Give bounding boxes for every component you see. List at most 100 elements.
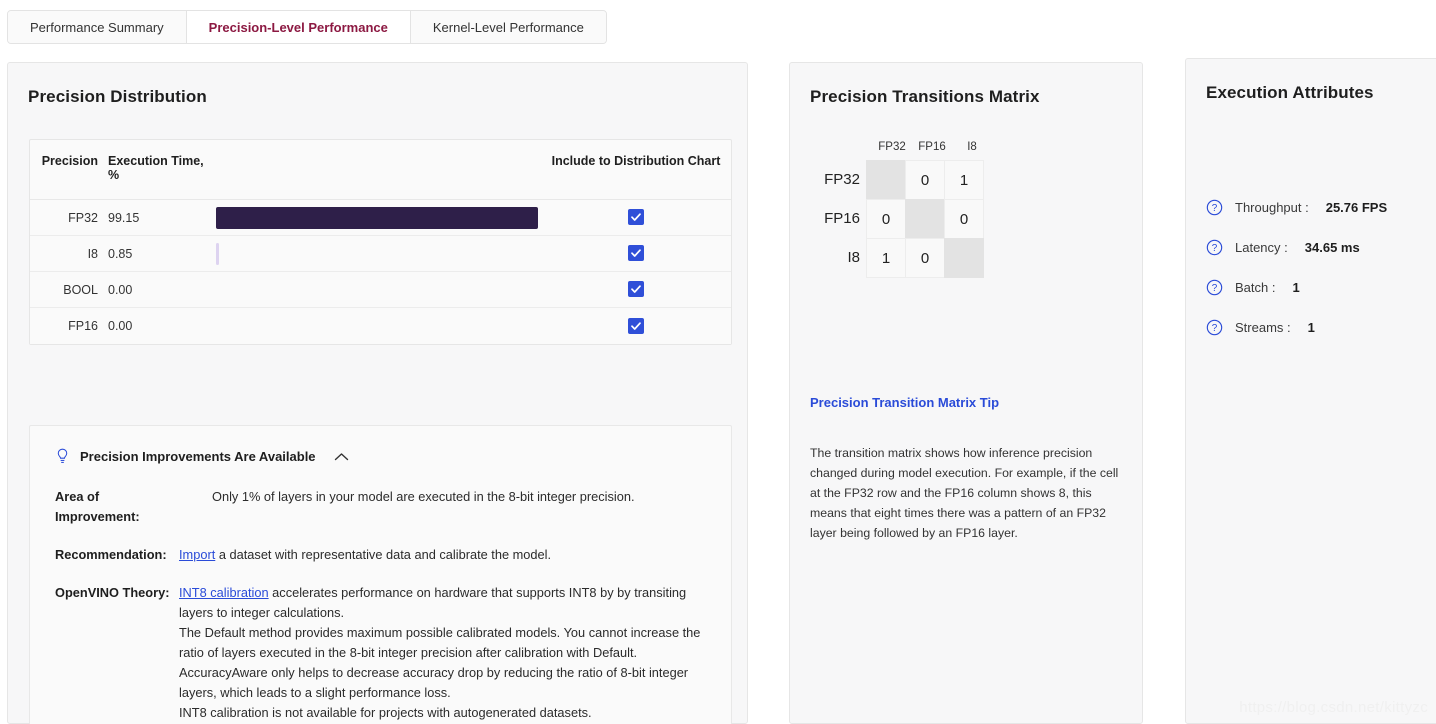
- matrix-cell-i8-i8: [944, 238, 984, 278]
- recommendation-value: Import a dataset with representative dat…: [179, 545, 707, 565]
- page-title: Precision Distribution: [28, 87, 207, 106]
- precision-improvements-box: Precision Improvements Are Available Are…: [29, 425, 732, 724]
- cell-include: [541, 209, 731, 226]
- attribute-streams: ? Streams : 1: [1206, 307, 1387, 347]
- attribute-batch: ? Batch : 1: [1206, 267, 1387, 307]
- transitions-matrix: FP32 FP16 I8 FP32 0 1 FP16 0 0 I8 1 0: [810, 141, 992, 278]
- matrix-cell-fp16-i8: 0: [944, 199, 984, 239]
- svg-text:?: ?: [1212, 202, 1218, 213]
- matrix-row: FP32 0 1: [810, 160, 992, 200]
- include-checkbox[interactable]: [628, 245, 644, 261]
- column-header-bar-spacer: [216, 154, 541, 199]
- column-header-include: Include to Distribution Chart: [551, 154, 721, 168]
- cell-precision: FP16: [68, 319, 98, 333]
- precision-distribution-panel: Precision Distribution Precision Executi…: [7, 62, 748, 724]
- execution-attributes-panel: Execution Attributes ? Throughput : 25.7…: [1185, 58, 1436, 724]
- chevron-up-icon[interactable]: [334, 452, 349, 462]
- cell-bar: [216, 206, 541, 229]
- tab-performance-summary[interactable]: Performance Summary: [8, 11, 187, 43]
- matrix-cell-fp16-fp16: [905, 199, 945, 239]
- cell-precision: FP32: [68, 210, 98, 225]
- theory-paragraph-3: INT8 calibration is not available for pr…: [179, 705, 592, 720]
- theory-paragraph-2: The Default method provides maximum poss…: [179, 625, 701, 700]
- table-row: FP16 0.00: [30, 308, 731, 344]
- matrix-cell-fp32-fp16: 0: [905, 160, 945, 200]
- attribute-label: Latency :: [1235, 239, 1288, 255]
- include-checkbox[interactable]: [628, 281, 644, 297]
- cell-execution-time: 0.00: [108, 282, 133, 297]
- import-link[interactable]: Import: [179, 547, 215, 562]
- precision-distribution-table: Precision Execution Time, % Include to D…: [29, 139, 732, 345]
- matrix-col-header: I8: [967, 141, 977, 153]
- int8-calibration-link[interactable]: INT8 calibration: [179, 585, 269, 600]
- cell-bar: [216, 242, 541, 265]
- openvino-theory-label: OpenVINO Theory:: [55, 585, 170, 600]
- matrix-row-header: I8: [847, 249, 860, 266]
- cell-include: [541, 281, 731, 298]
- attribute-value: 34.65 ms: [1304, 239, 1360, 255]
- execution-attributes-list: ? Throughput : 25.76 FPS ? Latency : 34.…: [1206, 187, 1387, 347]
- tab-kernel-level-performance[interactable]: Kernel-Level Performance: [410, 11, 606, 43]
- svg-text:?: ?: [1212, 322, 1218, 333]
- include-checkbox[interactable]: [628, 317, 644, 334]
- cell-execution-time: 0.00: [108, 319, 133, 333]
- tab-precision-level-performance[interactable]: Precision-Level Performance: [186, 11, 411, 43]
- matrix-column-headers: FP32 FP16 I8: [872, 141, 992, 153]
- help-icon[interactable]: ?: [1206, 239, 1223, 256]
- attribute-value: 1: [1307, 319, 1315, 335]
- cell-include: [541, 245, 731, 262]
- area-of-improvement-row: Area of Improvement: Only 1% of layers i…: [55, 487, 707, 527]
- app-root: Performance Summary Precision-Level Perf…: [0, 0, 1436, 724]
- help-icon[interactable]: ?: [1206, 319, 1223, 336]
- matrix-tip-title[interactable]: Precision Transition Matrix Tip: [810, 395, 999, 410]
- svg-text:?: ?: [1212, 242, 1218, 253]
- tab-label: Precision-Level Performance: [208, 19, 388, 35]
- matrix-col-header: FP32: [878, 141, 906, 153]
- matrix-row: FP16 0 0: [810, 199, 992, 239]
- help-icon[interactable]: ?: [1206, 199, 1223, 216]
- area-of-improvement-value: Only 1% of layers in your model are exec…: [212, 489, 635, 504]
- check-icon: [631, 249, 641, 257]
- table-row: BOOL 0.00: [30, 272, 731, 308]
- matrix-row-header: FP16: [824, 210, 860, 227]
- svg-text:?: ?: [1212, 282, 1218, 293]
- attribute-label: Throughput :: [1235, 199, 1309, 215]
- recommendation-text: a dataset with representative data and c…: [215, 547, 552, 562]
- matrix-cell-fp16-fp32: 0: [866, 199, 906, 239]
- include-checkbox[interactable]: [628, 209, 644, 225]
- tabbar: Performance Summary Precision-Level Perf…: [7, 10, 607, 44]
- matrix-cell-i8-fp32: 1: [866, 238, 906, 278]
- cell-bar: [216, 315, 541, 337]
- check-icon: [631, 213, 641, 221]
- attribute-value: 25.76 FPS: [1325, 199, 1388, 215]
- cell-precision: BOOL: [63, 282, 98, 297]
- openvino-theory-row: OpenVINO Theory: INT8 calibration accele…: [55, 583, 707, 723]
- cell-include: [541, 317, 731, 335]
- attribute-throughput: ? Throughput : 25.76 FPS: [1206, 187, 1387, 227]
- execution-attributes-title: Execution Attributes: [1206, 83, 1374, 102]
- column-header-precision: Precision: [41, 154, 98, 168]
- tab-label: Kernel-Level Performance: [432, 19, 584, 35]
- precision-transitions-matrix-panel: Precision Transitions Matrix FP32 FP16 I…: [789, 62, 1143, 724]
- recommendation-row: Recommendation: Import a dataset with re…: [55, 545, 707, 565]
- watermark: https://blog.csdn.net/kittyzc: [1239, 699, 1428, 716]
- matrix-title: Precision Transitions Matrix: [810, 87, 1040, 106]
- matrix-tip-body: The transition matrix shows how inferenc…: [810, 446, 1119, 540]
- attribute-label: Batch :: [1235, 279, 1276, 295]
- attribute-latency: ? Latency : 34.65 ms: [1206, 227, 1387, 267]
- precision-improvements-header[interactable]: Precision Improvements Are Available: [30, 426, 731, 465]
- cell-execution-time: 0.85: [108, 246, 133, 261]
- openvino-theory-value: INT8 calibration accelerates performance…: [179, 583, 707, 723]
- cell-bar: [216, 279, 541, 301]
- table-header-row: Precision Execution Time, % Include to D…: [30, 140, 731, 200]
- attribute-label: Streams :: [1235, 319, 1291, 335]
- recommendation-label: Recommendation:: [55, 547, 167, 562]
- table-row: I8 0.85: [30, 236, 731, 272]
- column-header-execution-time: Execution Time, %: [108, 154, 204, 182]
- help-icon[interactable]: ?: [1206, 279, 1223, 296]
- matrix-cell-fp32-i8: 1: [944, 160, 984, 200]
- cell-execution-time: 99.15: [108, 210, 140, 225]
- cell-precision: I8: [87, 246, 98, 261]
- lightbulb-icon: [57, 448, 68, 463]
- table-row: FP32 99.15: [30, 200, 731, 236]
